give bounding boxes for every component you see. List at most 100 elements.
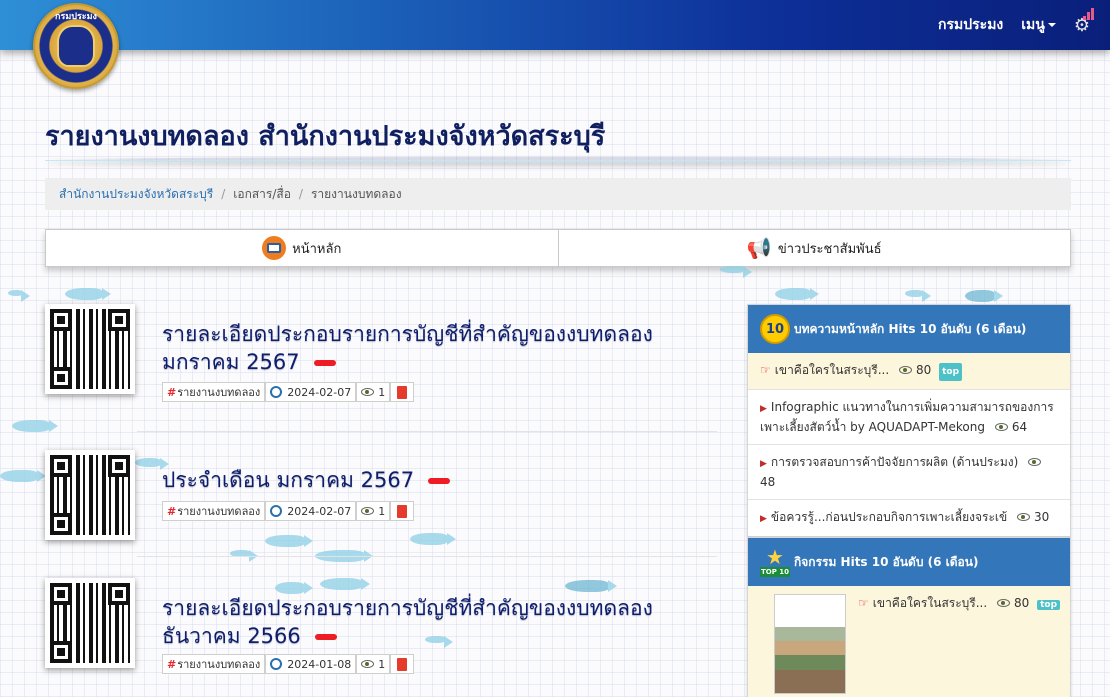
list-item: ประจำเดือน มกราคม 2567 # รายงานงบทดลอง 20… bbox=[45, 450, 725, 545]
triangle-right-icon: ▶ bbox=[760, 514, 767, 524]
views-badge: 80 bbox=[997, 596, 1029, 610]
qr-code bbox=[45, 578, 135, 668]
pdf-icon[interactable] bbox=[390, 382, 415, 402]
breadcrumb: สำนักงานประมงจังหวัดสระบุรี / เอกสาร/สื่… bbox=[45, 178, 1071, 210]
panel-heading: กิจกรรม Hits 10 อันดับ (6 เดือน) bbox=[794, 554, 979, 569]
list-item[interactable]: ▶ ข้อควรรู้...ก่อนประกอบกิจการเพาะเลี้ยงจ… bbox=[748, 499, 1070, 536]
list-item: รายละเอียดประกอบรายการบัญชีที่สำคัญของงบ… bbox=[45, 578, 725, 674]
pointing-hand-icon: ☞ bbox=[858, 596, 869, 610]
qr-finder bbox=[50, 455, 72, 477]
clock-icon bbox=[270, 386, 283, 398]
qr-pattern bbox=[50, 583, 130, 663]
list-item[interactable]: ▶ การตรวจสอบการค้าปัจจัยการผลิต (ด้านประม… bbox=[748, 444, 1070, 499]
bar bbox=[1083, 16, 1086, 20]
breadcrumb-item-documents[interactable]: เอกสาร/สื่อ bbox=[233, 185, 291, 204]
date-label: 2024-01-08 bbox=[287, 657, 352, 671]
category-tag[interactable]: # รายงานงบทดลอง bbox=[162, 654, 266, 674]
qr-finder bbox=[50, 513, 72, 535]
nav-menu-dropdown[interactable]: เมนู bbox=[1021, 14, 1056, 36]
views-count: 1 bbox=[378, 385, 386, 399]
panel-header: 10 บทความหน้าหลัก Hits 10 อันดับ (6 เดือ… bbox=[748, 305, 1070, 353]
top-article-link[interactable]: เขาคือใครในสระบุรี... bbox=[775, 363, 889, 377]
category-label: รายงานงบทดลอง bbox=[177, 386, 261, 399]
home-icon bbox=[262, 236, 287, 260]
views-badge: 30 bbox=[1017, 510, 1049, 524]
department-logo[interactable]: กรมประมง bbox=[33, 3, 119, 89]
tab-news[interactable]: 📢 ข่าวประชาสัมพันธ์ bbox=[558, 229, 1071, 267]
article-title-line1: รายละเอียดประกอบรายการบัญชีที่สำคัญของงบ… bbox=[162, 596, 653, 620]
article-title-link[interactable]: รายละเอียดประกอบรายการบัญชีที่สำคัญของงบ… bbox=[162, 594, 653, 650]
views-badge: 1 bbox=[356, 382, 391, 402]
pdf-icon[interactable] bbox=[390, 501, 415, 521]
top10-star-icon: ★ TOP 10 bbox=[760, 545, 790, 577]
article-title-line1: รายละเอียดประกอบรายการบัญชีที่สำคัญของงบ… bbox=[162, 322, 653, 346]
new-badge bbox=[428, 478, 451, 484]
pointing-hand-icon: ☞ bbox=[760, 363, 771, 377]
top-tag-badge: top bbox=[939, 363, 963, 381]
top-navbar: กรมประมง เมนู ⚙ bbox=[0, 0, 1110, 50]
activity-item[interactable]: ☞ เขาคือใครในสระบุรี... 80 top bbox=[748, 586, 1070, 697]
qr-finder bbox=[50, 583, 72, 605]
fish-decoration bbox=[965, 290, 1003, 302]
activity-link[interactable]: เขาคือใครในสระบุรี... bbox=[873, 596, 987, 610]
new-badge bbox=[314, 634, 337, 640]
signal-bars-icon[interactable] bbox=[1083, 6, 1094, 20]
qr-finder bbox=[50, 641, 72, 663]
date-label: 2024-02-07 bbox=[287, 385, 352, 399]
qr-pattern bbox=[50, 309, 130, 389]
breadcrumb-item-office[interactable]: สำนักงานประมงจังหวัดสระบุรี bbox=[59, 185, 213, 204]
fish-decoration bbox=[0, 470, 46, 482]
article-title-link[interactable]: ประจำเดือน มกราคม 2567 bbox=[162, 466, 451, 494]
fish-decoration bbox=[65, 288, 111, 300]
logo-emblem bbox=[57, 25, 95, 67]
qr-pattern bbox=[50, 455, 130, 535]
article-title-link[interactable]: รายละเอียดประกอบรายการบัญชีที่สำคัญของงบ… bbox=[162, 320, 653, 376]
article-title-line1: ประจำเดือน มกราคม 2567 bbox=[162, 468, 415, 492]
list-item[interactable]: ☞ เขาคือใครในสระบุรี... 80 top bbox=[748, 353, 1070, 389]
logo-text: กรมประมง bbox=[55, 12, 97, 22]
date-badge: 2024-02-07 bbox=[265, 382, 357, 402]
qr-finder bbox=[108, 583, 130, 605]
nav-menu-label: เมนู bbox=[1021, 17, 1045, 33]
fish-decoration bbox=[775, 288, 819, 300]
article-title-line2: มกราคม 2567 bbox=[162, 350, 300, 374]
tab-home[interactable]: หน้าหลัก bbox=[45, 229, 559, 267]
category-tag[interactable]: # รายงานงบทดลอง bbox=[162, 501, 266, 521]
qr-finder bbox=[50, 309, 72, 331]
category-label: รายงานงบทดลอง bbox=[177, 658, 261, 671]
fish-decoration bbox=[720, 266, 752, 278]
list-item: รายละเอียดประกอบรายการบัญชีที่สำคัญของงบ… bbox=[45, 304, 725, 402]
category-label: รายงานงบทดลอง bbox=[177, 505, 261, 518]
chevron-down-icon bbox=[1047, 23, 1056, 27]
list-divider bbox=[137, 431, 717, 432]
eye-icon bbox=[997, 599, 1010, 607]
page-title: รายงานงบทดลอง สำนักงานประมงจังหวัดสระบุร… bbox=[45, 121, 606, 152]
breadcrumb-separator: / bbox=[221, 187, 226, 201]
panel-header: ★ TOP 10 กิจกรรม Hits 10 อันดับ (6 เดือน) bbox=[748, 538, 1070, 586]
eye-icon bbox=[1017, 513, 1031, 521]
eye-icon bbox=[994, 423, 1008, 431]
eye-icon bbox=[899, 366, 912, 374]
top10-tag: TOP 10 bbox=[760, 567, 790, 577]
nav-link-department[interactable]: กรมประมง bbox=[938, 14, 1003, 36]
star-icon: ★ bbox=[766, 545, 784, 569]
top-article-link[interactable]: ข้อควรรู้...ก่อนประกอบกิจการเพาะเลี้ยงจร… bbox=[771, 510, 1007, 524]
breadcrumb-separator: / bbox=[298, 187, 303, 201]
views-count: 48 bbox=[760, 475, 776, 489]
clock-icon bbox=[270, 505, 283, 517]
views-count: 80 bbox=[1014, 596, 1030, 610]
top-article-link[interactable]: การตรวจสอบการค้าปัจจัยการผลิต (ด้านประมง… bbox=[771, 455, 1018, 469]
list-item[interactable]: ▶ Infographic แนวทางในการเพิ่มความสามารถข… bbox=[748, 389, 1070, 444]
top-activities-panel: ★ TOP 10 กิจกรรม Hits 10 อันดับ (6 เดือน)… bbox=[747, 537, 1071, 697]
new-badge bbox=[313, 360, 336, 366]
category-tag[interactable]: # รายงานงบทดลอง bbox=[162, 382, 266, 402]
views-badge: 1 bbox=[356, 654, 391, 674]
views-badge: 64 bbox=[994, 420, 1027, 434]
triangle-right-icon: ▶ bbox=[760, 459, 767, 469]
list-divider bbox=[137, 556, 717, 557]
activity-thumbnail[interactable] bbox=[774, 594, 846, 694]
views-count: 30 bbox=[1034, 510, 1050, 524]
views-count: 1 bbox=[378, 657, 386, 671]
title-divider bbox=[45, 160, 1071, 161]
pdf-icon[interactable] bbox=[390, 654, 415, 674]
